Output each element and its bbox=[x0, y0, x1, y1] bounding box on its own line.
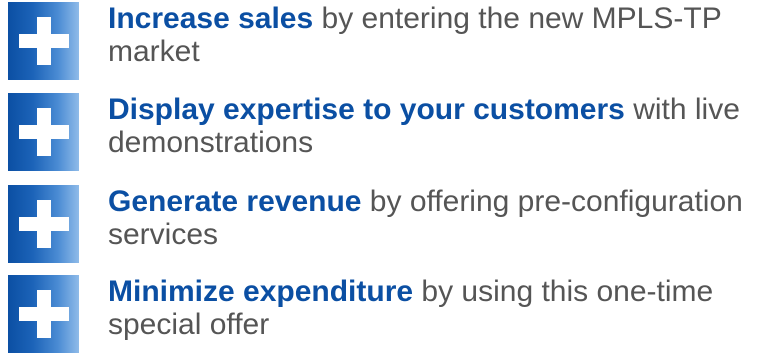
benefit-text: Generate revenue by offering pre-configu… bbox=[108, 185, 768, 251]
benefit-headline: Display expertise to your customers bbox=[108, 93, 625, 126]
plus-icon bbox=[8, 185, 79, 263]
benefit-text: Minimize expenditure by using this one-t… bbox=[108, 275, 768, 341]
benefit-headline: Increase sales bbox=[108, 2, 314, 35]
benefit-item-increase-sales: Increase sales by entering the new MPLS-… bbox=[0, 0, 775, 82]
plus-icon bbox=[8, 275, 79, 353]
benefit-headline: Generate revenue bbox=[108, 185, 362, 218]
benefit-text: Display expertise to your customers with… bbox=[108, 93, 768, 159]
benefit-list: Increase sales by entering the new MPLS-… bbox=[0, 0, 775, 354]
plus-icon bbox=[8, 2, 79, 80]
benefit-item-display-expertise: Display expertise to your customers with… bbox=[0, 91, 775, 173]
benefit-item-generate-revenue: Generate revenue by offering pre-configu… bbox=[0, 183, 775, 265]
plus-icon bbox=[8, 93, 79, 171]
benefit-headline: Minimize expenditure bbox=[108, 275, 414, 308]
benefit-text: Increase sales by entering the new MPLS-… bbox=[108, 2, 768, 68]
benefit-item-minimize-expenditure: Minimize expenditure by using this one-t… bbox=[0, 273, 775, 355]
